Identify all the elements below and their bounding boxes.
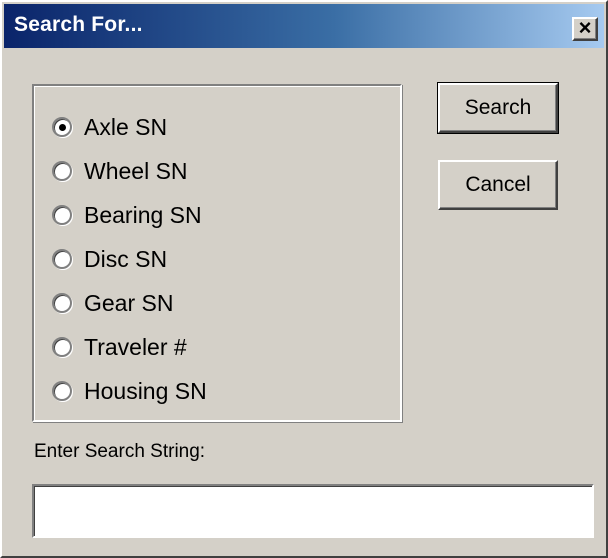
radio-label: Bearing SN [84,201,202,228]
radio-option-housing-sn[interactable]: Housing SN [52,376,207,406]
radio-option-bearing-sn[interactable]: Bearing SN [52,200,202,230]
search-button[interactable]: Search [437,82,559,134]
radio-button-icon[interactable] [52,249,72,269]
title-bar[interactable]: Search For... × [4,4,604,48]
radio-label: Disc SN [84,245,168,272]
radio-label: Wheel SN [84,157,188,184]
search-type-group: Axle SN Wheel SN Bearing SN Disc SN Gear… [32,84,402,422]
radio-button-icon[interactable] [52,337,72,357]
radio-option-gear-sn[interactable]: Gear SN [52,288,173,318]
radio-option-disc-sn[interactable]: Disc SN [52,244,167,274]
radio-button-icon[interactable] [52,205,72,225]
radio-label: Housing SN [84,377,207,404]
search-dialog: Search For... × Axle SN Wheel SN Bearing… [0,0,608,558]
search-string-input[interactable] [32,484,594,538]
close-icon: × [578,15,592,40]
cancel-button[interactable]: Cancel [438,160,558,210]
radio-label: Traveler # [84,333,187,360]
radio-option-axle-sn[interactable]: Axle SN [52,112,167,142]
radio-button-icon[interactable] [52,161,72,181]
radio-option-traveler[interactable]: Traveler # [52,332,187,362]
radio-button-icon[interactable] [52,293,72,313]
radio-label: Gear SN [84,289,174,316]
dialog-title: Search For... [14,13,143,36]
radio-button-icon[interactable] [52,381,72,401]
search-string-label: Enter Search String: [34,441,206,462]
close-button[interactable]: × [572,17,598,41]
radio-button-icon[interactable] [52,117,72,137]
radio-label: Axle SN [84,113,168,140]
radio-option-wheel-sn[interactable]: Wheel SN [52,156,188,186]
